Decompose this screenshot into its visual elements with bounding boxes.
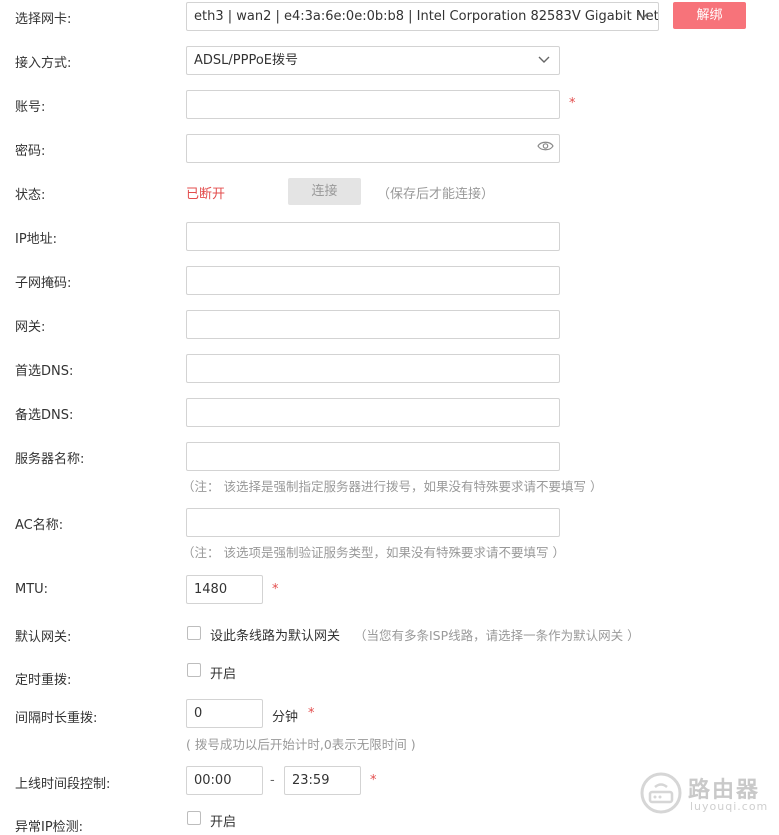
server-name-hint: （注： 该选择是强制指定服务器进行拨号，如果没有特殊要求请不要填写 ） [182, 479, 603, 494]
watermark-subtitle: luyouqi.com [690, 800, 769, 813]
interval-unit: 分钟 [272, 710, 299, 725]
access-select-value: ADSL/PPPoE拨号 [194, 53, 299, 68]
online-time-label: 上线时间段控制: [15, 777, 111, 792]
gateway-input[interactable] [186, 310, 560, 339]
server-name-input[interactable] [186, 442, 560, 471]
ac-name-input[interactable] [186, 508, 560, 537]
interval-hint: ( 拨号成功以后开始计时,0表示无限时间 ) [186, 737, 416, 752]
access-select[interactable]: ADSL/PPPoE拨号 [186, 46, 560, 75]
redial-label: 定时重拨: [15, 673, 72, 688]
eye-icon[interactable] [537, 140, 554, 152]
mask-input[interactable] [186, 266, 560, 295]
ip-check-checkbox[interactable] [187, 811, 201, 825]
server-name-label: 服务器名称: [15, 452, 85, 467]
required-mark: * [569, 96, 576, 111]
mtu-label: MTU: [15, 582, 49, 597]
chevron-down-icon [637, 12, 649, 19]
interval-input[interactable] [186, 699, 263, 728]
interval-label: 间隔时长重拨: [15, 711, 98, 726]
default-gateway-checkbox[interactable] [187, 626, 201, 640]
mtu-input[interactable] [186, 575, 263, 604]
password-input[interactable] [186, 134, 560, 163]
default-gateway-hint: （当您有多条ISP线路，请选择一条作为默认网关 ） [354, 628, 640, 643]
ac-name-hint: （注： 该选项是强制验证服务类型，如果没有特殊要求请不要填写 ） [182, 545, 565, 560]
status-value: 已断开 [186, 187, 226, 202]
ip-check-checkbox-label: 开启 [210, 815, 237, 830]
gateway-label: 网关: [15, 320, 46, 335]
ip-input[interactable] [186, 222, 560, 251]
dns1-label: 首选DNS: [15, 364, 74, 379]
default-gateway-label: 默认网关: [15, 630, 72, 645]
dns1-input[interactable] [186, 354, 560, 383]
dns2-input[interactable] [186, 398, 560, 427]
online-start-input[interactable] [186, 766, 263, 795]
account-input[interactable] [186, 90, 560, 119]
time-separator: - [270, 773, 275, 788]
redial-checkbox-label: 开启 [210, 667, 237, 682]
redial-checkbox[interactable] [187, 663, 201, 677]
required-mark: * [370, 773, 377, 788]
ip-label: IP地址: [15, 232, 58, 247]
nic-select-value: eth3 | wan2 | e4:3a:6e:0e:0b:b8 | Intel … [194, 9, 659, 24]
unbind-button[interactable]: 解绑 [673, 2, 746, 29]
router-logo-icon [640, 772, 682, 814]
connect-button[interactable]: 连接 [288, 178, 361, 205]
chevron-down-icon [538, 56, 550, 63]
connect-hint: （保存后才能连接） [377, 187, 495, 202]
account-label: 账号: [15, 100, 46, 115]
password-label: 密码: [15, 144, 46, 159]
online-end-input[interactable] [284, 766, 361, 795]
required-mark: * [272, 582, 279, 597]
dns2-label: 备选DNS: [15, 408, 74, 423]
mask-label: 子网掩码: [15, 276, 72, 291]
nic-label: 选择网卡: [15, 12, 72, 27]
default-gateway-checkbox-label: 设此条线路为默认网关 [210, 629, 341, 644]
ip-check-label: 异常IP检测: [15, 820, 84, 835]
required-mark: * [308, 706, 315, 721]
ac-name-label: AC名称: [15, 518, 64, 533]
nic-select[interactable]: eth3 | wan2 | e4:3a:6e:0e:0b:b8 | Intel … [186, 2, 659, 31]
status-label: 状态: [15, 188, 46, 203]
access-label: 接入方式: [15, 56, 72, 71]
